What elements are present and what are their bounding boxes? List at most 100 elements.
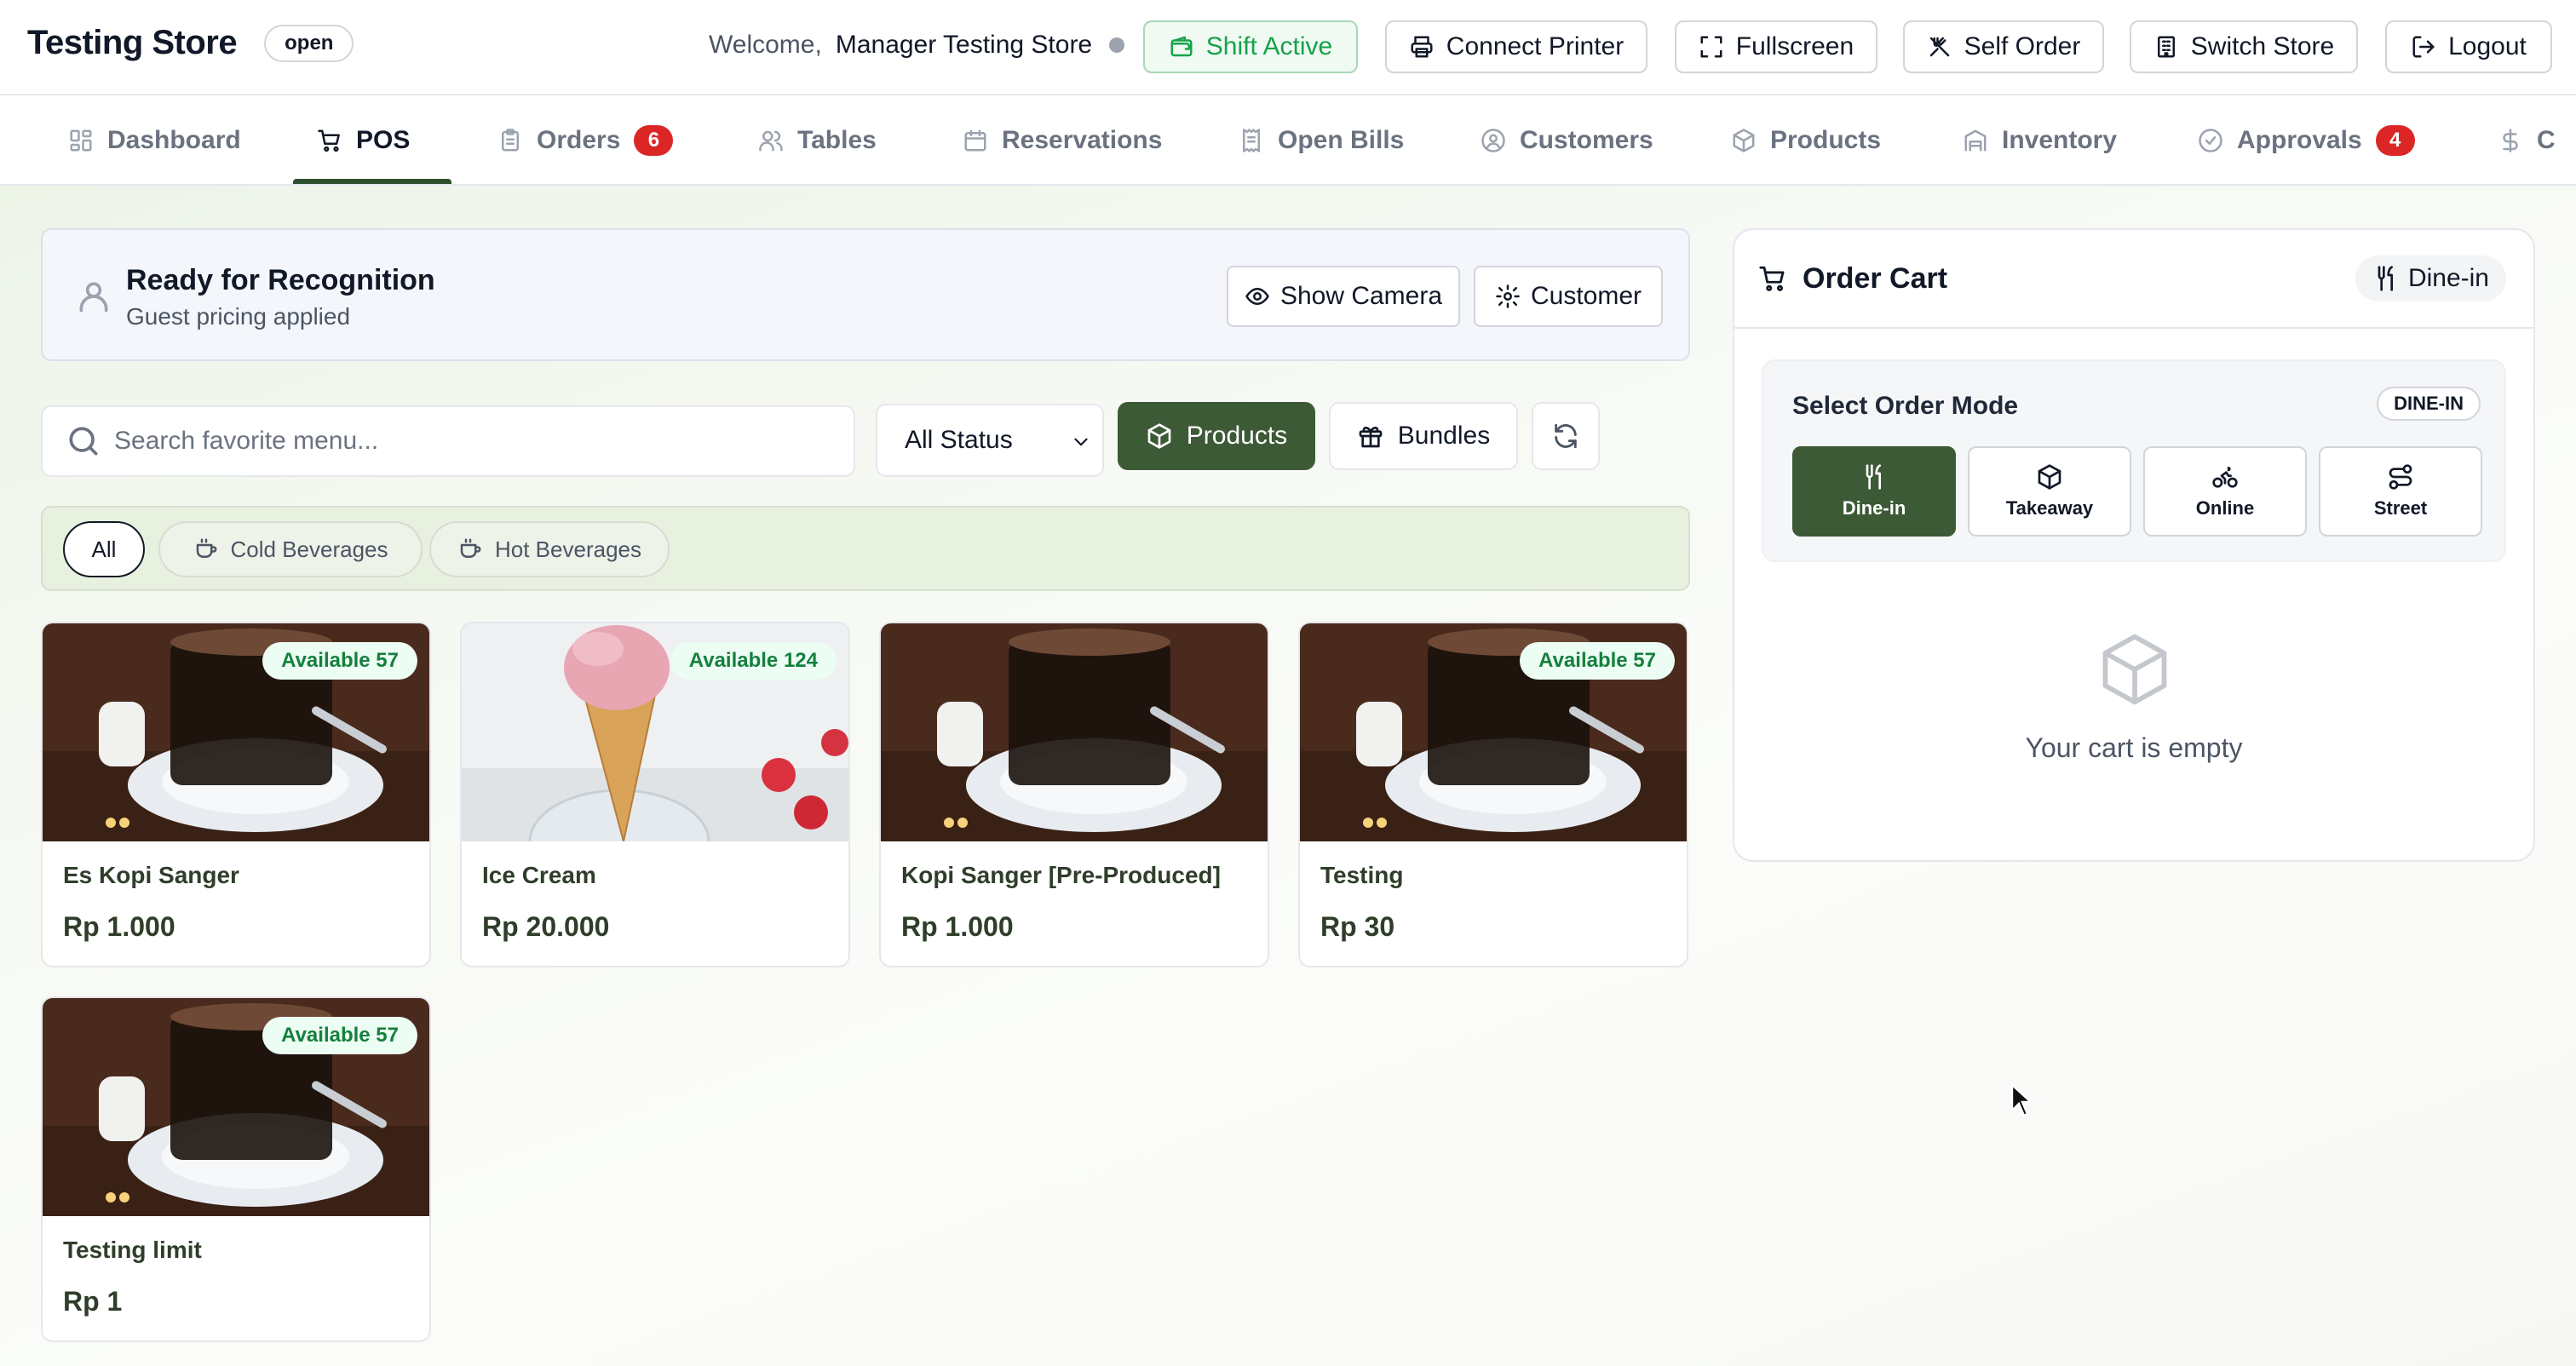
tab-tables-label: Tables — [797, 126, 877, 154]
refresh-icon — [1551, 422, 1580, 451]
product-card[interactable]: Available 57 Testing Rp 30 — [1298, 622, 1688, 967]
user-circle-icon — [1481, 128, 1506, 153]
orders-count-badge: 6 — [634, 125, 674, 156]
package-icon — [1731, 128, 1757, 153]
tab-dashboard-label: Dashboard — [107, 126, 241, 154]
product-name: Es Kopi Sanger — [63, 862, 239, 888]
product-card[interactable]: Available 57 Es Kopi Sanger Rp 1.000 — [41, 622, 431, 967]
mode-label: Online — [2195, 497, 2255, 519]
switch-store-button[interactable]: Switch Store — [2130, 20, 2358, 73]
refresh-button[interactable] — [1532, 402, 1600, 470]
tab-cash[interactable]: C — [2498, 95, 2556, 184]
mode-label: Takeaway — [2005, 497, 2094, 519]
connect-printer-label: Connect Printer — [1446, 32, 1624, 60]
product-card[interactable]: Kopi Sanger [Pre-Produced] Rp 1.000 — [879, 622, 1269, 967]
bundles-toggle-label: Bundles — [1397, 422, 1491, 450]
user-icon — [75, 278, 112, 315]
mouse-cursor-icon — [2010, 1083, 2034, 1117]
receipt-icon — [1239, 128, 1264, 153]
connect-printer-button[interactable]: Connect Printer — [1385, 20, 1647, 73]
mode-street-button[interactable]: Street — [2319, 446, 2482, 537]
utensils-icon — [1860, 463, 1888, 491]
tab-tables[interactable]: Tables — [758, 95, 877, 184]
tab-inventory[interactable]: Inventory — [1963, 95, 2118, 184]
category-chip-hot-beverages[interactable]: Hot Beverages — [429, 521, 670, 577]
gift-icon — [1357, 422, 1384, 450]
welcome-label: Welcome, — [709, 31, 822, 59]
category-chip-label: All — [91, 536, 117, 562]
switch-store-label: Switch Store — [2190, 32, 2335, 60]
mode-takeaway-button[interactable]: Takeaway — [1968, 446, 2131, 537]
clipboard-icon — [497, 128, 523, 153]
tab-products[interactable]: Products — [1731, 95, 1882, 184]
logout-button[interactable]: Logout — [2385, 20, 2552, 73]
status-select[interactable]: All Status — [876, 404, 1104, 477]
product-name: Testing limit — [63, 1237, 202, 1263]
tab-pos-label: POS — [356, 126, 411, 154]
search-box[interactable] — [41, 405, 855, 477]
bundles-toggle-button[interactable]: Bundles — [1329, 402, 1518, 470]
show-camera-button[interactable]: Show Camera — [1227, 266, 1460, 327]
order-mode-pill-label: Dine-in — [2407, 264, 2489, 292]
online-status-dot — [1109, 37, 1125, 53]
tab-open-bills-label: Open Bills — [1278, 126, 1405, 154]
store-name: Testing Store — [27, 24, 238, 61]
tab-inventory-label: Inventory — [2002, 126, 2118, 154]
logout-icon — [2411, 34, 2436, 60]
tab-reservations[interactable]: Reservations — [963, 95, 1162, 184]
tab-dashboard[interactable]: Dashboard — [68, 95, 241, 184]
product-name: Ice Cream — [482, 862, 596, 888]
self-order-button[interactable]: Self Order — [1903, 20, 2104, 73]
category-filter-bar: All Cold Beverages Hot Beverages — [41, 506, 1690, 591]
mode-online-button[interactable]: Online — [2143, 446, 2307, 537]
category-chip-all[interactable]: All — [63, 521, 145, 577]
user-name: Manager Testing Store — [835, 31, 1093, 59]
eye-icon — [1245, 284, 1270, 309]
top-bar: Testing Store open Welcome, Manager Test… — [0, 0, 2576, 95]
availability-badge: Available 57 — [262, 1017, 417, 1054]
tab-orders[interactable]: Orders 6 — [497, 95, 674, 184]
order-cart-title: Order Cart — [1803, 262, 1948, 295]
tab-pos[interactable]: POS — [317, 95, 411, 184]
warehouse-icon — [1963, 128, 1988, 153]
shift-active-button[interactable]: Shift Active — [1143, 20, 1358, 73]
show-camera-label: Show Camera — [1279, 282, 1443, 310]
package-icon — [2036, 463, 2063, 491]
product-price: Rp 20.000 — [482, 911, 610, 942]
status-select-value: All Status — [905, 426, 1013, 454]
mode-dine-in-button[interactable]: Dine-in — [1792, 446, 1956, 537]
mode-label: Street — [2373, 497, 2428, 519]
availability-badge: Available 57 — [262, 642, 417, 680]
approvals-count-badge: 4 — [2375, 125, 2415, 156]
main-nav: Dashboard POS Orders 6 Tables Reservatio… — [0, 95, 2576, 186]
category-chip-cold-beverages[interactable]: Cold Beverages — [158, 521, 423, 577]
bike-icon — [2211, 463, 2239, 491]
fullscreen-button[interactable]: Fullscreen — [1675, 20, 1877, 73]
utensils-crossed-icon — [1927, 34, 1952, 60]
tab-customers-label: Customers — [1520, 126, 1653, 154]
tab-approvals-label: Approvals — [2237, 126, 2362, 154]
tab-customers[interactable]: Customers — [1481, 95, 1653, 184]
package-icon — [1146, 422, 1173, 450]
tab-products-label: Products — [1770, 126, 1882, 154]
product-price: Rp 1.000 — [901, 911, 1014, 942]
empty-box-icon — [2096, 630, 2174, 709]
search-input[interactable] — [114, 427, 813, 456]
gear-icon — [1495, 284, 1521, 309]
order-cart-header: Order Cart Dine-in — [1734, 230, 2533, 329]
product-card[interactable]: Available 124 Ice Cream Rp 20.000 — [460, 622, 850, 967]
brand: Testing Store open — [27, 24, 354, 62]
users-icon — [758, 128, 784, 153]
tab-approvals[interactable]: Approvals 4 — [2198, 95, 2415, 184]
product-card[interactable]: Available 57 Testing limit Rp 1 — [41, 996, 431, 1342]
self-order-label: Self Order — [1964, 32, 2081, 60]
tab-orders-label: Orders — [537, 126, 621, 154]
tab-open-bills[interactable]: Open Bills — [1239, 95, 1405, 184]
empty-cart-message: Your cart is empty — [2025, 732, 2243, 763]
customer-button[interactable]: Customer — [1474, 266, 1663, 327]
order-mode-selector: Select Order Mode DINE-IN Dine-in Takeaw… — [1762, 359, 2506, 562]
products-toggle-button[interactable]: Products — [1118, 402, 1315, 470]
recognition-title: Ready for Recognition — [126, 264, 435, 296]
product-image — [881, 623, 1268, 841]
recognition-panel: Ready for Recognition Guest pricing appl… — [41, 228, 1690, 361]
